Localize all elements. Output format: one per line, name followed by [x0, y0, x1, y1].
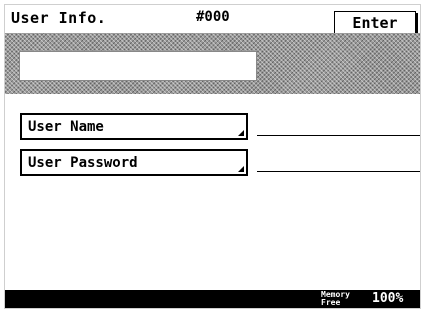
status-bar: Memory Free 100%: [5, 290, 420, 308]
screen-title: User Info.: [11, 9, 107, 27]
free-label: Free: [321, 298, 341, 307]
user-number: #000: [196, 9, 230, 25]
corner-triangle-icon: [238, 130, 244, 136]
user-info-screen: User Info. #000 Enter User Name User Pas…: [4, 4, 421, 309]
user-password-value-line: [257, 171, 420, 172]
enter-button[interactable]: Enter: [334, 11, 416, 35]
corner-triangle-icon: [238, 166, 244, 172]
user-password-label: User Password: [28, 154, 138, 171]
user-name-value-line: [257, 135, 420, 136]
user-info-value-field[interactable]: [19, 51, 257, 81]
user-name-button[interactable]: User Name: [20, 113, 248, 140]
memory-free-value: 100%: [372, 291, 404, 306]
user-name-label: User Name: [28, 118, 104, 135]
memory-free-label: Memory Free: [321, 291, 350, 307]
user-password-button[interactable]: User Password: [20, 149, 248, 176]
